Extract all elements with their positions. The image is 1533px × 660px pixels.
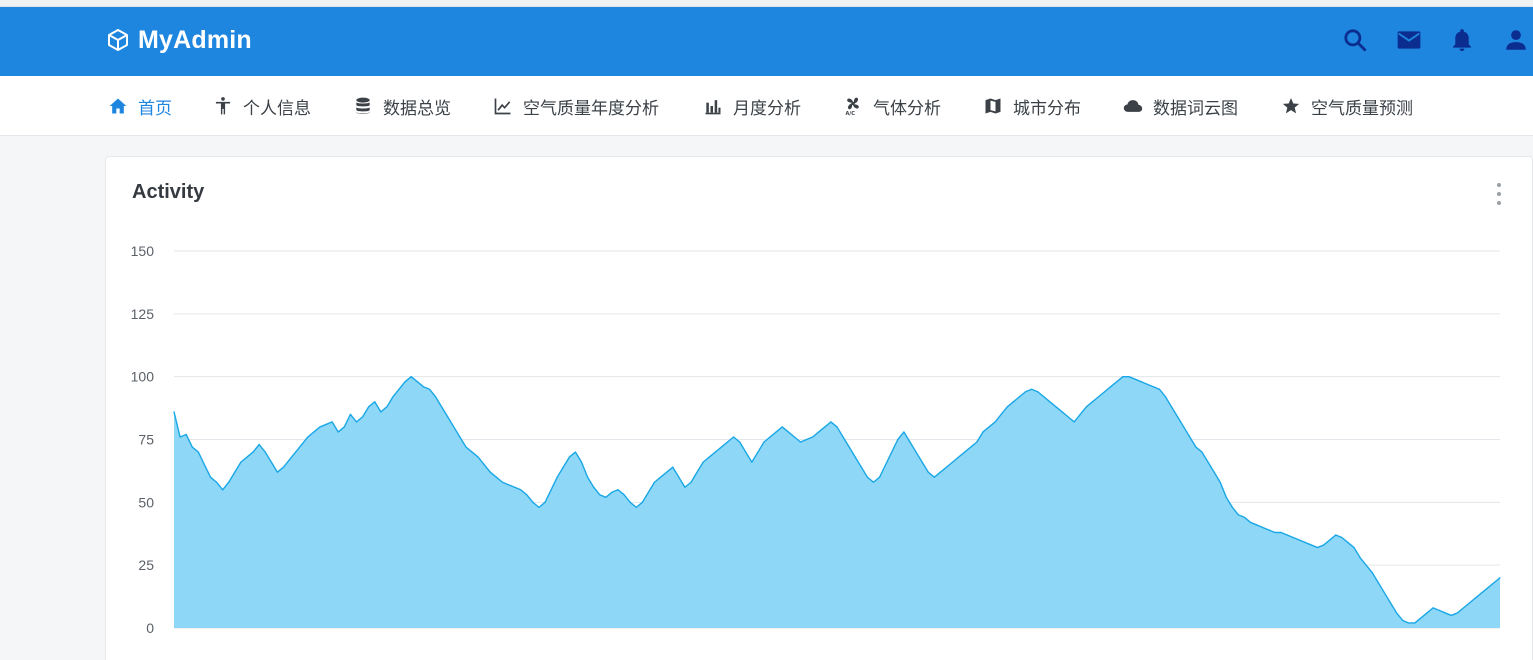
card-more-menu[interactable] [1494, 183, 1504, 205]
main-nav: 首页 个人信息 数据总览 空气质量年度分析 月度分析 A/C 气体分析 城市分布… [0, 76, 1533, 136]
search-button[interactable] [1342, 27, 1368, 53]
nav-label: 数据总览 [383, 98, 451, 118]
nav-item-monthly-analysis[interactable]: 月度分析 [702, 94, 801, 118]
line-chart-icon [492, 95, 514, 117]
nav-label: 首页 [138, 98, 172, 118]
cube-icon [108, 29, 128, 51]
accessibility-icon [212, 95, 234, 117]
nav-item-home[interactable]: 首页 [107, 94, 172, 118]
dot [1497, 201, 1501, 205]
cloud-icon [1122, 95, 1144, 117]
nav-label: 气体分析 [873, 98, 941, 118]
nav-label: 空气质量预测 [1311, 98, 1413, 118]
card-title: Activity [132, 181, 205, 203]
nav-item-word-cloud[interactable]: 数据词云图 [1122, 94, 1238, 118]
user-icon [1506, 30, 1526, 50]
brand[interactable]: MyAdmin [106, 23, 252, 57]
nav-label: 城市分布 [1013, 98, 1081, 118]
mail-icon [1397, 31, 1421, 49]
dot [1497, 183, 1501, 187]
nav-item-city-distribution[interactable]: 城市分布 [982, 94, 1081, 118]
map-icon [982, 95, 1004, 117]
database-icon [352, 95, 374, 117]
activity-card: Activity [105, 156, 1533, 660]
top-header-bar: MyAdmin [0, 7, 1533, 76]
dot [1497, 192, 1501, 196]
nav-label: 月度分析 [733, 98, 801, 118]
home-icon [107, 95, 129, 117]
svg-text:A/C: A/C [846, 111, 856, 116]
nav-item-annual-analysis[interactable]: 空气质量年度分析 [492, 94, 659, 118]
star-icon [1280, 95, 1302, 117]
nav-item-profile[interactable]: 个人信息 [212, 94, 311, 118]
fan-icon: A/C [842, 95, 864, 117]
search-icon [1344, 29, 1367, 52]
nav-item-air-quality-forecast[interactable]: 空气质量预测 [1280, 94, 1413, 118]
bar-chart-icon [702, 95, 724, 117]
nav-label: 空气质量年度分析 [523, 98, 659, 118]
window-top-strip [0, 0, 1533, 7]
notifications-button[interactable] [1449, 27, 1475, 53]
mail-button[interactable] [1396, 27, 1422, 53]
brand-name: MyAdmin [138, 25, 252, 54]
account-button[interactable] [1503, 27, 1529, 53]
nav-item-data-overview[interactable]: 数据总览 [352, 94, 451, 118]
nav-label: 数据词云图 [1153, 98, 1238, 118]
nav-item-gas-analysis[interactable]: A/C 气体分析 [842, 94, 941, 118]
nav-label: 个人信息 [243, 98, 311, 118]
bell-icon [1453, 29, 1471, 52]
